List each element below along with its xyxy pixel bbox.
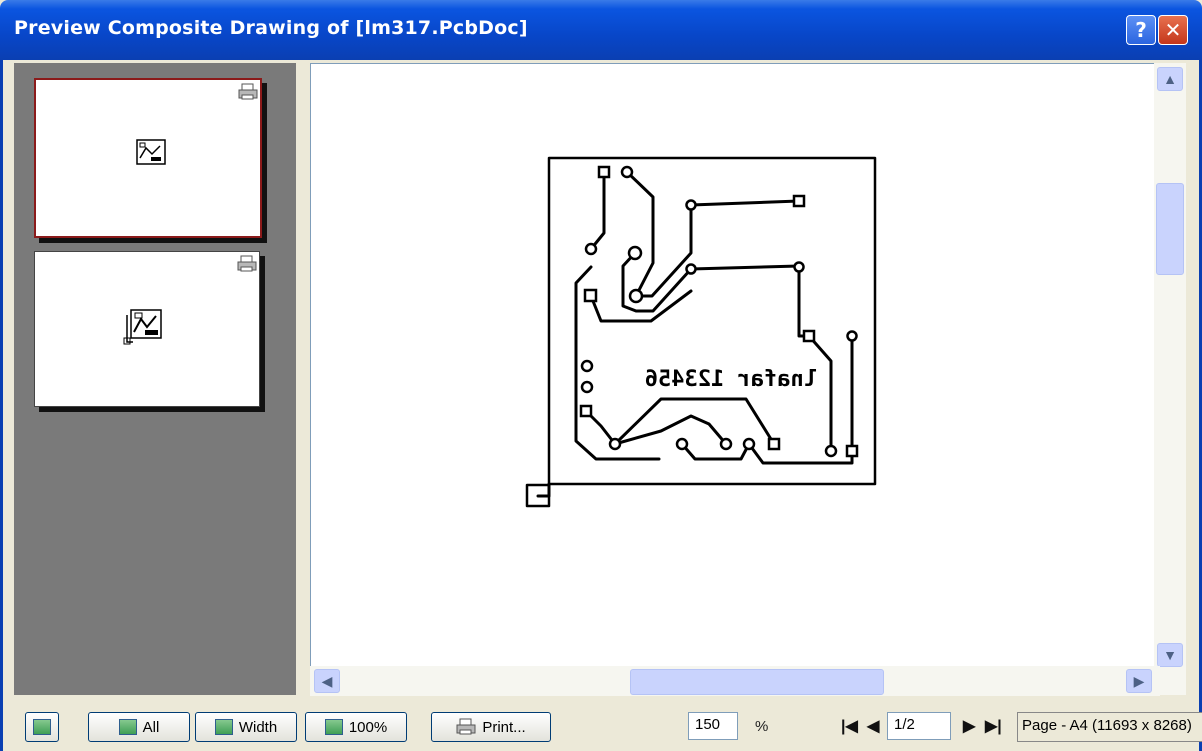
fit-width-button[interactable]: Width (195, 712, 297, 742)
fit-width-label: Width (238, 718, 278, 736)
next-page-icon[interactable]: ▶ (963, 716, 975, 736)
scroll-up-icon[interactable]: ▲ (1157, 67, 1183, 91)
printer-icon (237, 255, 257, 272)
zoom-unit: % (755, 718, 769, 735)
zoom-100-icon (324, 719, 343, 735)
bottom-toolbar: All Width 100% Print... 150 % |◀ ◀ 1/2 ▶… (3, 700, 1202, 751)
vertical-scroll-thumb[interactable] (1156, 183, 1184, 275)
page-thumbnail-2[interactable] (34, 251, 260, 407)
thumbnails-toggle-button[interactable] (25, 712, 59, 742)
thumbnails-icon (33, 719, 51, 735)
scroll-down-icon[interactable]: ▼ (1157, 643, 1183, 667)
window-title: Preview Composite Drawing of [lm317.PcbD… (14, 17, 528, 39)
last-page-icon[interactable]: ▶| (985, 716, 1002, 736)
title-bar: Preview Composite Drawing of [lm317.PcbD… (0, 0, 1202, 60)
fit-all-button[interactable]: All (88, 712, 190, 742)
page-number-input[interactable]: 1/2 (887, 712, 951, 740)
horizontal-scrollbar[interactable]: ◀ ▶ (310, 666, 1160, 696)
first-page-icon[interactable]: |◀ (841, 716, 858, 736)
fit-width-icon (214, 719, 233, 735)
preview-canvas: lnafar 123456 (310, 63, 1160, 695)
help-button[interactable]: ? (1126, 15, 1156, 45)
pcb-drawing: lnafar 123456 (525, 156, 877, 508)
thumbnail-pane (14, 63, 296, 695)
prev-page-icon[interactable]: ◀ (867, 716, 879, 736)
zoom-100-button[interactable]: 100% (305, 712, 407, 742)
zoom-input[interactable]: 150 (688, 712, 738, 740)
page-size-status: Page - A4 (11693 x 8268) (1017, 712, 1202, 742)
zoom-100-label: 100% (348, 718, 388, 736)
horizontal-scroll-thumb[interactable] (630, 669, 884, 695)
vertical-scrollbar[interactable]: ▲ ▼ (1154, 63, 1186, 695)
close-button[interactable]: ✕ (1158, 15, 1188, 45)
print-label: Print... (482, 718, 526, 736)
scroll-right-icon[interactable]: ▶ (1126, 669, 1152, 693)
print-button[interactable]: Print... (431, 712, 551, 742)
printer-icon (238, 83, 258, 100)
printer-icon (456, 718, 476, 735)
close-icon: ✕ (1164, 18, 1182, 42)
fit-all-label: All (142, 718, 160, 736)
help-icon: ? (1135, 18, 1147, 42)
page-thumbnail-drawing (136, 139, 166, 165)
page-thumbnail-drawing (123, 309, 162, 345)
page-thumbnail-1[interactable] (34, 78, 262, 238)
fit-all-icon (118, 719, 137, 735)
silkscreen-text: lnafar 123456 (645, 367, 817, 392)
scroll-left-icon[interactable]: ◀ (314, 669, 340, 693)
